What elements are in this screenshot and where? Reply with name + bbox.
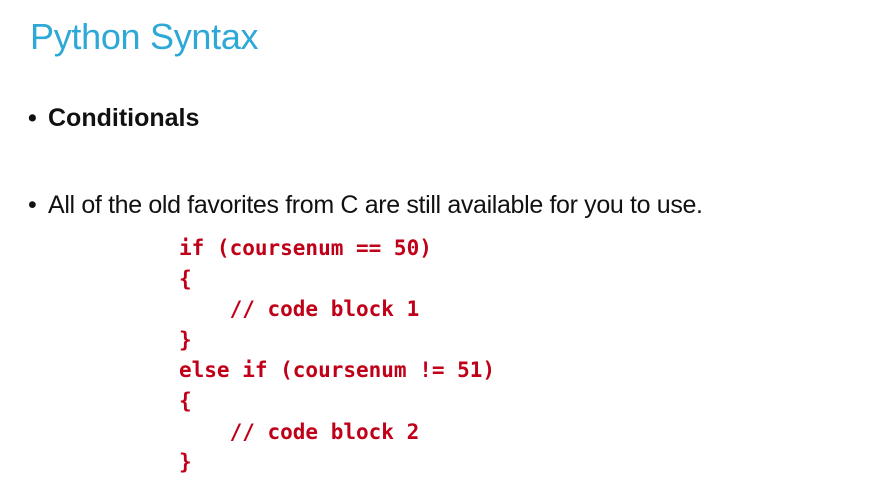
code-line: if (coursenum == 50) bbox=[179, 236, 432, 260]
slide-title: Python Syntax bbox=[30, 16, 259, 57]
slide: Python Syntax • Conditionals • All of th… bbox=[0, 0, 871, 489]
code-line: { bbox=[179, 388, 192, 413]
code-line: else if (coursenum != 51) bbox=[179, 358, 496, 383]
bullet-old-favorites: • All of the old favorites from C are st… bbox=[28, 191, 703, 220]
bullet-marker: • bbox=[28, 104, 37, 132]
code-line: // code block 2 bbox=[179, 419, 420, 444]
code-line: { bbox=[179, 266, 192, 291]
code-line: } bbox=[179, 450, 192, 475]
code-line: // code block 1 bbox=[179, 297, 420, 322]
bullet-conditionals: • Conditionals bbox=[28, 104, 199, 133]
bullet-text: All of the old favorites from C are stil… bbox=[48, 191, 703, 219]
code-block: if (coursenum == 50) { // code block 1 }… bbox=[179, 233, 495, 478]
bullet-text: Conditionals bbox=[48, 104, 200, 132]
code-line: } bbox=[179, 327, 192, 352]
bullet-marker: • bbox=[28, 191, 37, 219]
